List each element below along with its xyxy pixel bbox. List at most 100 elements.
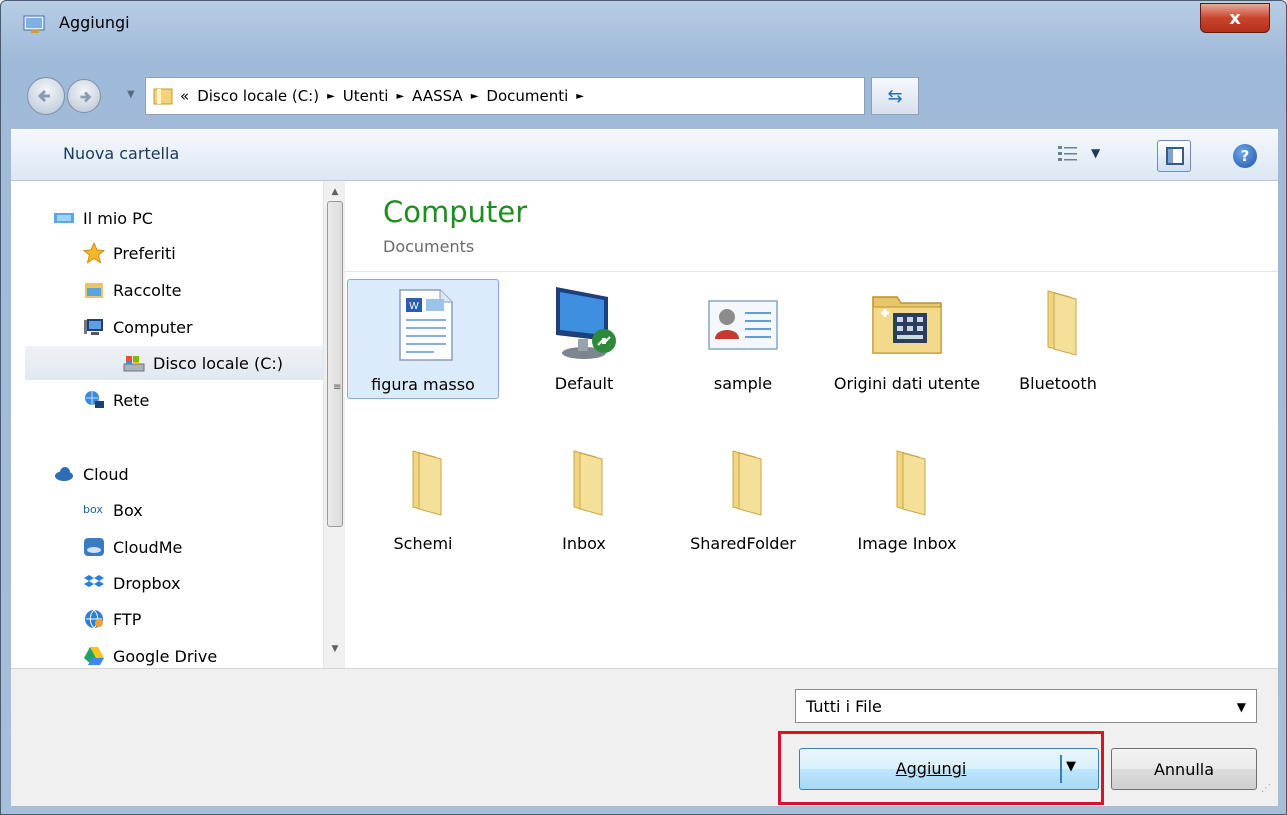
file-item[interactable]: Bluetooth [982,279,1134,399]
view-dropdown-icon[interactable]: ▼ [1091,146,1100,160]
nav-item-label: FTP [113,609,142,629]
network-icon [85,391,104,408]
preview-pane-button[interactable] [1157,140,1191,172]
nav-item-label: CloudMe [113,537,183,557]
word-document-icon: W [399,289,453,361]
file-item-label: Image Inbox [857,534,957,553]
library-subtitle: Documents [383,237,475,256]
data-source-folder-icon [872,296,942,354]
new-folder-button[interactable]: Nuova cartella [63,144,179,163]
title-bar: Aggiungi x [1,1,1286,43]
nav-item-disco-locale[interactable]: Disco locale (C:) [25,346,323,380]
folder-icon [573,450,603,516]
nav-item-label: Raccolte [113,280,182,300]
contact-card-icon [708,300,778,350]
split-divider [1060,755,1062,783]
nav-item-cloudme[interactable]: CloudMe [83,530,182,564]
scroll-down-icon[interactable]: ▼ [324,644,345,662]
star-icon [83,242,105,264]
nav-item-google-drive[interactable]: Google Drive [83,639,217,668]
content-pane: Computer Documents W figura masso Defaul… [345,181,1278,668]
nav-item-label: Dropbox [113,573,181,593]
nav-item-label: Preferiti [113,243,176,263]
file-item[interactable]: Default [508,279,660,399]
file-item-label: Bluetooth [1019,374,1097,393]
address-bar[interactable]: « Disco locale (C:) ► Utenti ► AASSA ► D… [145,77,865,115]
cloudme-icon [84,538,104,556]
nav-item-il-mio-pc[interactable]: Il mio PC [53,201,153,235]
file-type-select[interactable]: Tutti i File ▼ [795,689,1257,723]
file-item[interactable]: Schemi [347,439,499,559]
nav-item-label: Box [113,500,143,520]
nav-scrollbar[interactable]: ▲ ≡ ▼ [323,181,345,668]
file-item-label: Default [554,374,614,393]
breadcrumb-separator-icon[interactable]: ► [576,91,584,102]
file-item-label: sample [713,374,773,393]
breadcrumb-item[interactable]: AASSA [412,87,463,105]
refresh-button[interactable]: ⇆ [871,77,919,115]
breadcrumb-item[interactable]: Documenti [486,87,568,105]
chevron-down-icon: ▼ [1236,700,1246,714]
divider [345,271,1278,272]
navigation-pane: Il mio PC Preferiti Raccolte Computer Di… [11,181,345,668]
folder-icon [412,450,442,516]
nav-item-rete[interactable]: Rete [83,383,149,417]
file-item-label: Origini dati utente [833,374,981,393]
view-options-icon[interactable] [1057,144,1079,164]
app-icon [23,15,45,33]
breadcrumb-separator-icon[interactable]: ► [396,91,404,102]
library-icon [85,283,103,298]
file-item-label: Schemi [393,534,453,553]
nav-item-computer[interactable]: Computer [83,310,193,344]
folder-icon [732,450,762,516]
add-options-dropdown-icon[interactable]: ▼ [1066,759,1076,774]
dialog-window: Aggiungi x ▼ « Disco locale (C:) ► Utent… [0,0,1287,815]
nav-item-label: Rete [113,390,150,410]
recent-pages-dropdown-icon[interactable]: ▼ [127,89,135,100]
add-button[interactable]: Aggiungi ▼ [799,748,1099,790]
nav-item-box[interactable]: box Box [83,493,143,527]
nav-item-ftp[interactable]: FTP [83,602,141,636]
nav-item-cloud[interactable]: Cloud [53,457,129,491]
resize-grip-icon[interactable]: ⋰ [1261,783,1272,794]
close-button[interactable]: x [1200,3,1270,33]
breadcrumb-item[interactable]: Disco locale (C:) [197,87,319,105]
drive-icon [123,356,145,372]
dropbox-icon [84,575,104,587]
scroll-thumb[interactable]: ≡ [327,201,343,527]
file-item[interactable]: W figura masso [347,279,499,399]
file-item[interactable]: Image Inbox [831,439,983,559]
scroll-grip-icon: ≡ [333,382,342,393]
cancel-button[interactable]: Annulla [1111,748,1257,790]
file-item[interactable]: sample [667,279,819,399]
back-button[interactable] [27,77,65,115]
dialog-footer: Tutti i File ▼ Aggiungi ▼ Annulla ⋰ [11,668,1278,806]
remote-desktop-icon [556,287,616,359]
help-icon[interactable]: ? [1233,144,1257,168]
file-item[interactable]: SharedFolder [667,439,819,559]
folder-icon [153,88,173,105]
breadcrumb-separator-icon[interactable]: ► [327,91,335,102]
breadcrumb-item[interactable]: Utenti [343,87,389,105]
file-item[interactable]: Origini dati utente [831,279,983,399]
breadcrumb-overflow[interactable]: « [180,87,189,105]
folder-icon [1047,290,1077,356]
nav-item-raccolte[interactable]: Raccolte [83,273,182,307]
file-item-label: figura masso [371,375,475,394]
file-item-label: Inbox [562,534,606,553]
library-title: Computer [383,195,528,229]
forward-button[interactable] [67,79,101,113]
nav-item-label: Cloud [83,464,129,484]
file-item[interactable]: Inbox [508,439,660,559]
breadcrumb-separator-icon[interactable]: ► [471,91,479,102]
box-icon: box [83,503,103,516]
add-button-label: Aggiungi [895,759,967,778]
nav-item-label: Google Drive [113,646,218,666]
nav-item-dropbox[interactable]: Dropbox [83,566,180,600]
nav-item-preferiti[interactable]: Preferiti [83,236,176,270]
nav-item-label: Computer [113,317,193,337]
google-drive-icon [84,647,104,665]
toolbar: Nuova cartella ▼ ? [11,129,1278,181]
nav-item-label: Disco locale (C:) [153,353,284,373]
refresh-icon: ⇆ [887,85,903,107]
